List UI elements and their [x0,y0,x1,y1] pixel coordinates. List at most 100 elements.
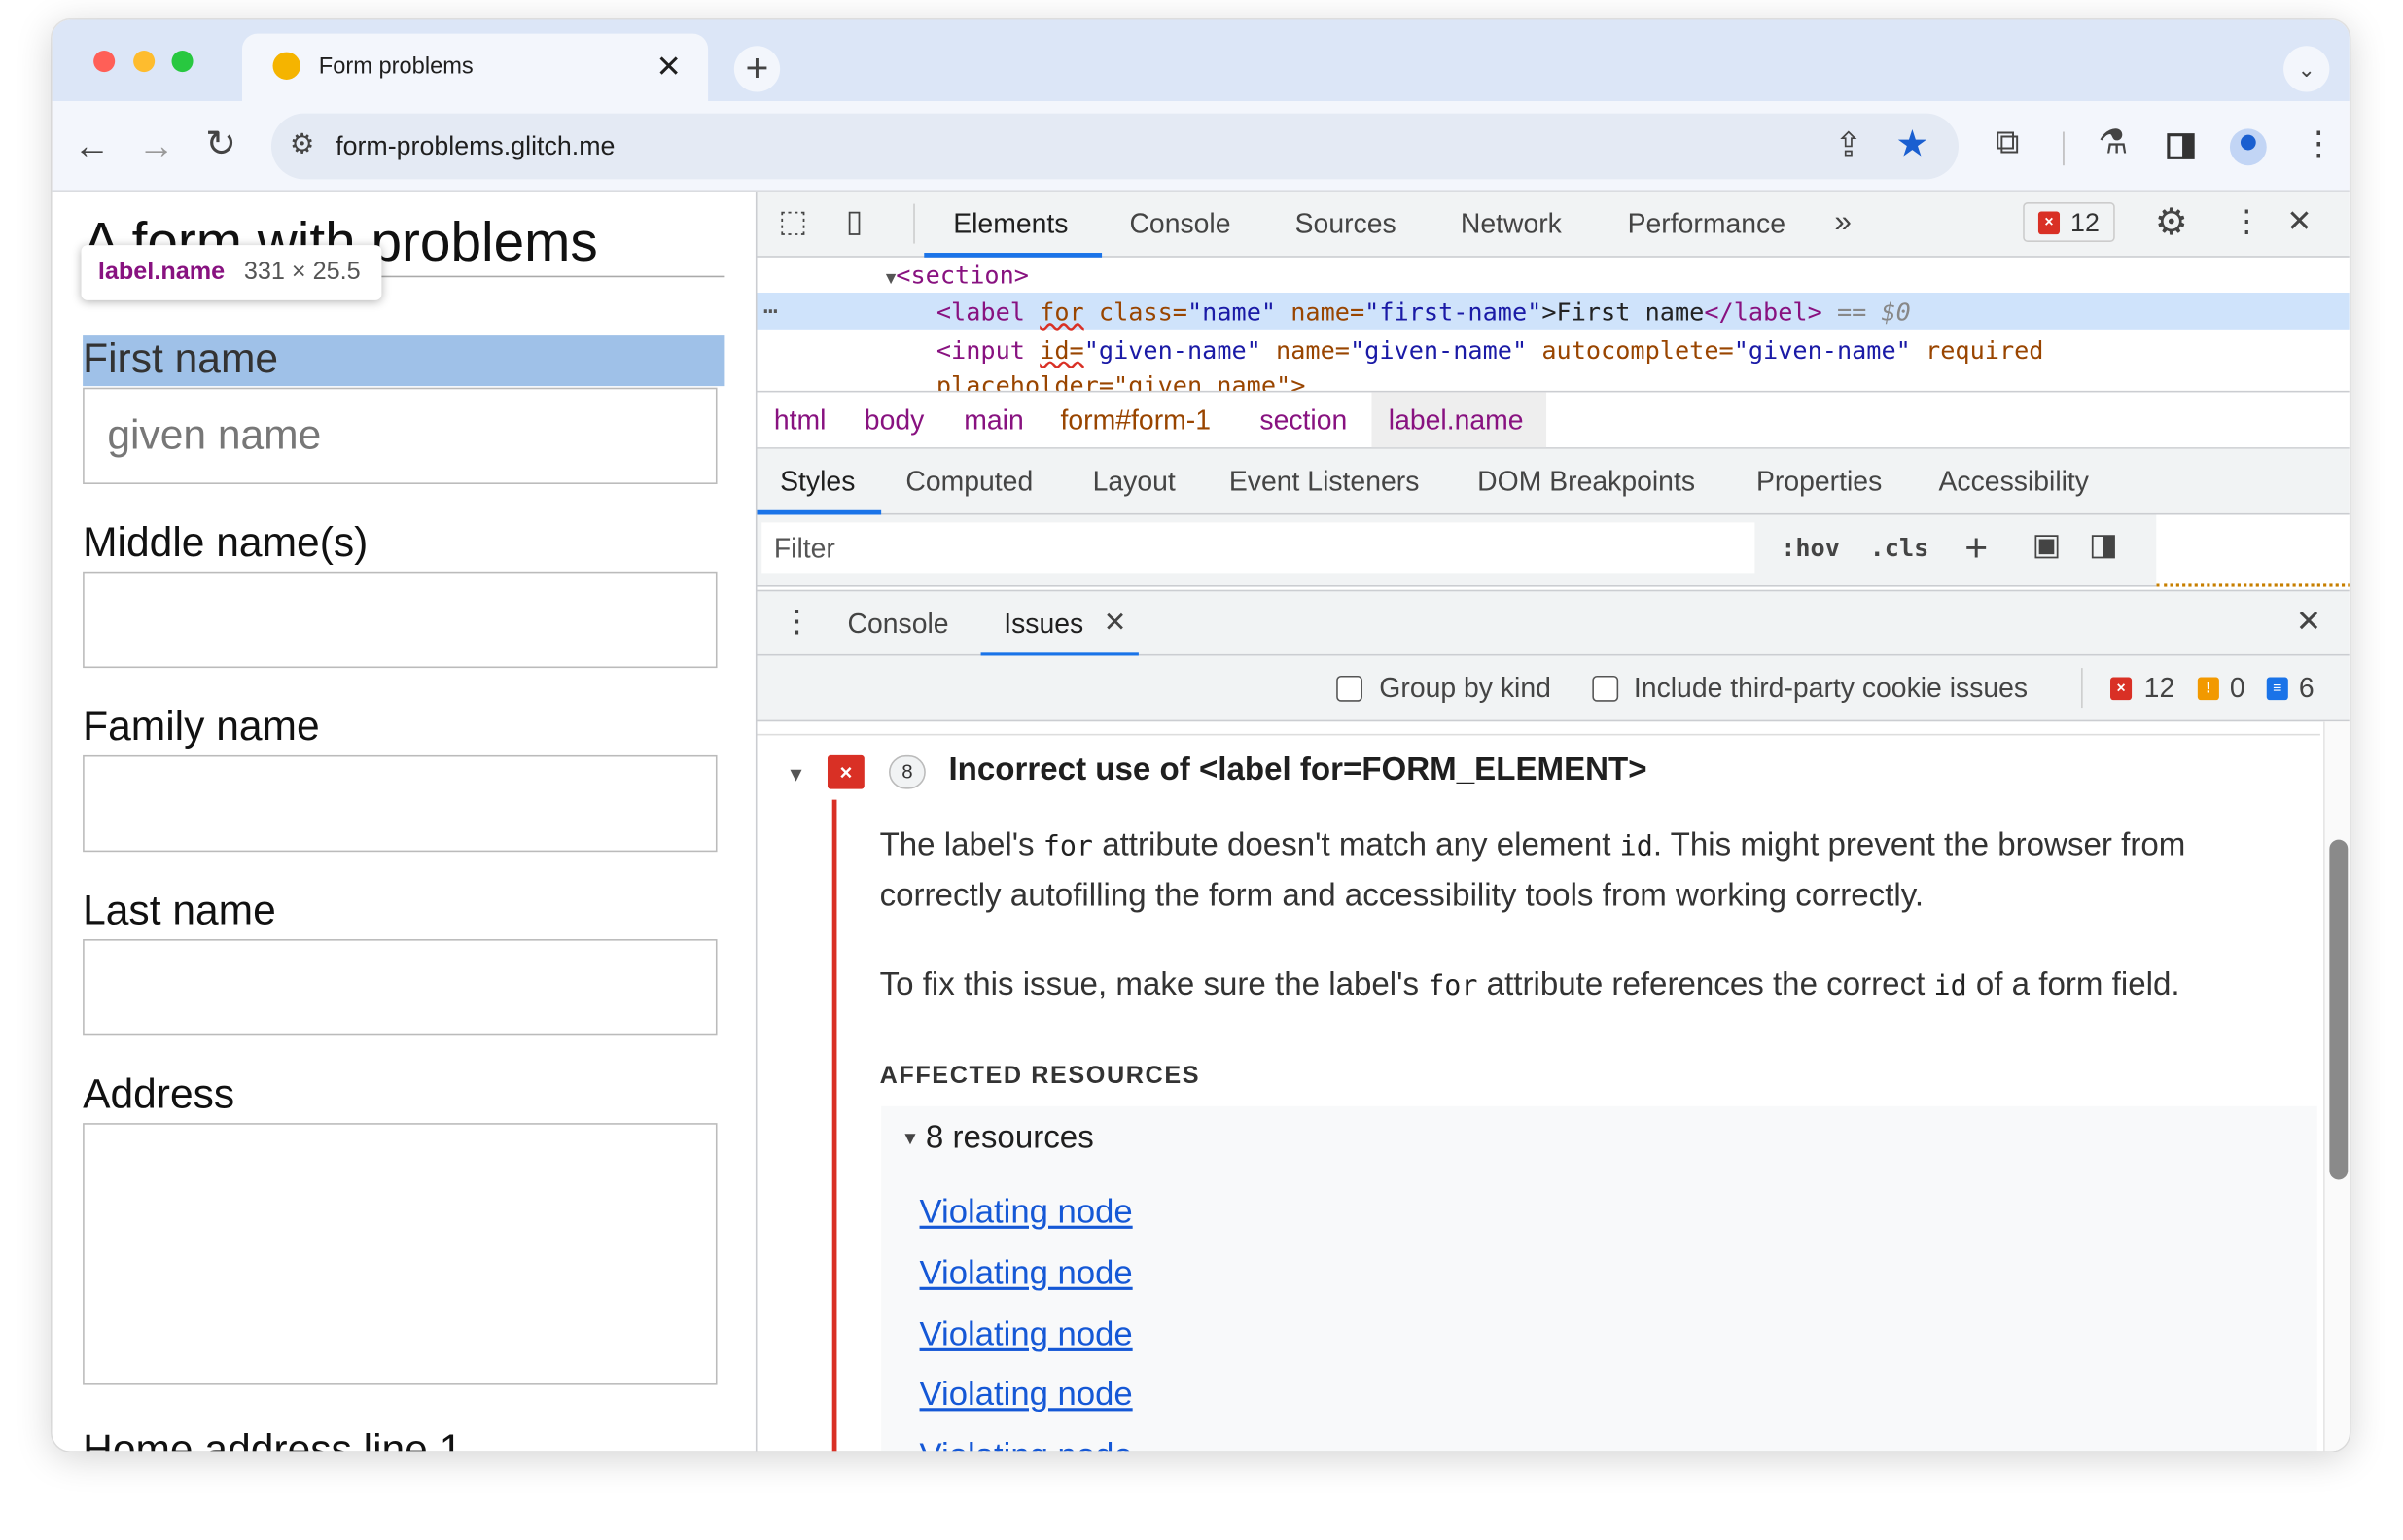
settings-gear-icon[interactable]: ⚙ [2155,204,2188,242]
issue-title[interactable]: Incorrect use of <label for=FORM_ELEMENT… [948,752,1646,789]
inspect-tooltip: label.name 331 × 25.5 [81,245,382,300]
drawer-tab-console[interactable]: Console [847,609,948,641]
tab-console[interactable]: Console [1129,208,1230,240]
expand-triangle-icon[interactable]: ▼ [786,763,805,787]
inspect-element-icon[interactable]: ⬚ [779,207,808,238]
error-icon: × [2110,677,2133,701]
middle-name-label: Middle name(s) [83,519,369,566]
resources-expand-icon[interactable]: ▼ [901,1128,920,1149]
subtab-layout[interactable]: Layout [1093,466,1176,498]
dom-section-node[interactable]: ▼<section> [886,261,1029,290]
browser-window: Form problems ✕ + ⌄ ← → ↻ ⚙ form-problem… [52,19,2350,1452]
breadcrumb-section[interactable]: section [1259,404,1347,437]
browser-toolbar: ← → ↻ ⚙ form-problems.glitch.me ⇪ ★ ⧉ ⚗ … [52,101,2350,192]
close-devtools-icon[interactable]: ✕ [2286,207,2312,238]
close-tab-icon[interactable]: ✕ [655,48,681,86]
web-page: A form with problems label.name 331 × 25… [52,191,756,1452]
group-by-kind-checkbox[interactable] [1336,675,1362,702]
reload-icon[interactable]: ↻ [205,126,236,164]
favicon-icon [272,52,300,80]
family-name-label: Family name [83,703,320,750]
breadcrumb: html body main form#form-1 section label… [757,392,2350,449]
tab-elements[interactable]: Elements [953,208,1068,240]
share-icon[interactable]: ⇪ [1834,128,1862,162]
device-toolbar-icon[interactable]: ▯ [846,207,863,238]
resources-count[interactable]: 8 resources [926,1120,1094,1157]
styles-filter-bar: Filter :hov .cls + ▣ ◨ [757,514,2157,587]
tab-sources[interactable]: Sources [1295,208,1396,240]
address-bar[interactable]: ⚙ form-problems.glitch.me ⇪ ★ [270,113,1960,180]
subtab-properties[interactable]: Properties [1756,466,1882,498]
given-name-input[interactable]: given name [83,387,718,484]
site-settings-icon[interactable]: ⚙ [290,130,314,158]
close-drawer-icon[interactable]: ✕ [2296,607,2321,638]
breadcrumb-body[interactable]: body [865,404,925,437]
first-name-label: First name [83,335,279,382]
browser-tab[interactable]: Form problems ✕ [241,33,709,102]
bookmark-star-icon[interactable]: ★ [1895,126,1928,164]
subtab-accessibility[interactable]: Accessibility [1939,466,2089,498]
cls-toggle[interactable]: .cls [1870,533,1929,562]
drawer-tab-issues[interactable]: Issues [1004,609,1083,641]
breadcrumb-form[interactable]: form#form-1 [1061,404,1211,437]
third-party-label: Include third-party cookie issues [1633,672,2029,704]
third-party-checkbox[interactable] [1592,675,1619,702]
divider [2063,131,2065,166]
back-icon[interactable]: ← [74,128,111,165]
tab-network[interactable]: Network [1461,208,1562,240]
more-tabs-icon[interactable]: » [1834,205,1852,240]
issues-scrollbar[interactable] [2323,721,2350,1452]
violating-node-link[interactable]: Violating node [920,1436,1133,1452]
violating-node-link[interactable]: Violating node [920,1375,1133,1415]
tab-performance[interactable]: Performance [1628,208,1785,240]
issues-counter-button[interactable]: × 12 [2023,202,2115,242]
family-name-input[interactable] [83,754,718,853]
new-style-rule-icon[interactable]: + [1964,527,1988,567]
violating-node-link[interactable]: Violating node [920,1192,1133,1232]
tooltip-size: 331 × 25.5 [243,259,361,286]
toggle-sidebar-icon[interactable]: ◨ [2089,530,2118,561]
affected-resources-heading: AFFECTED RESOURCES [879,1063,1201,1090]
profile-avatar-icon[interactable] [2229,128,2267,166]
last-name-input[interactable] [83,939,718,1036]
tab-search-chevron-icon[interactable]: ⌄ [2283,46,2330,92]
url-text[interactable]: form-problems.glitch.me [336,132,615,163]
violating-node-link[interactable]: Violating node [920,1314,1133,1354]
forward-icon[interactable]: → [138,128,175,165]
close-issues-tab-icon[interactable]: ✕ [1104,609,1127,636]
issue-occurrence-count: 8 [889,754,926,789]
hov-toggle[interactable]: :hov [1781,533,1840,562]
styles-subtabs: Styles Computed Layout Event Listeners D… [757,448,2350,515]
devtools-menu-icon[interactable]: ⋮ [2232,207,2263,238]
browser-menu-icon[interactable]: ⋮ [2302,126,2336,161]
maximize-window-button[interactable] [171,51,194,73]
error-icon: × [827,754,865,789]
labs-flask-icon[interactable]: ⚗ [2098,124,2128,159]
extensions-icon[interactable]: ⧉ [1996,124,2020,159]
breadcrumb-main[interactable]: main [964,404,1023,437]
subtab-computed[interactable]: Computed [905,466,1033,498]
home-address-label: Home address line 1 [83,1426,463,1452]
middle-name-input[interactable] [83,571,718,669]
dom-row-ellipsis-icon[interactable]: ⋯ [763,296,778,325]
scrollbar-thumb[interactable] [2329,839,2349,1180]
close-window-button[interactable] [93,51,116,73]
issue-fix-description: To fix this issue, make sure the label's… [879,966,2180,1002]
address-textarea[interactable] [83,1123,718,1385]
paint-brush-icon[interactable]: ▣ [2032,530,2062,561]
subtab-styles[interactable]: Styles [780,466,855,498]
issues-toolbar: Group by kind Include third-party cookie… [757,655,2350,722]
breadcrumb-html[interactable]: html [774,404,827,437]
new-tab-button[interactable]: + [733,46,781,92]
subtab-event-listeners[interactable]: Event Listeners [1229,466,1420,498]
filter-input[interactable]: Filter [761,522,1755,574]
minimize-window-button[interactable] [133,51,156,73]
dom-input-node[interactable]: <input id="given-name" name="given-name"… [936,335,2044,365]
box-model-edge [2156,583,2350,587]
side-panel-icon[interactable] [2167,133,2195,159]
violating-node-link[interactable]: Violating node [920,1253,1133,1293]
drawer-menu-icon[interactable]: ⋮ [782,607,813,638]
breadcrumb-label[interactable]: label.name [1389,404,1524,437]
subtab-dom-breakpoints[interactable]: DOM Breakpoints [1477,466,1695,498]
dom-label-node[interactable]: <label for class="name" name="first-name… [936,298,1911,327]
